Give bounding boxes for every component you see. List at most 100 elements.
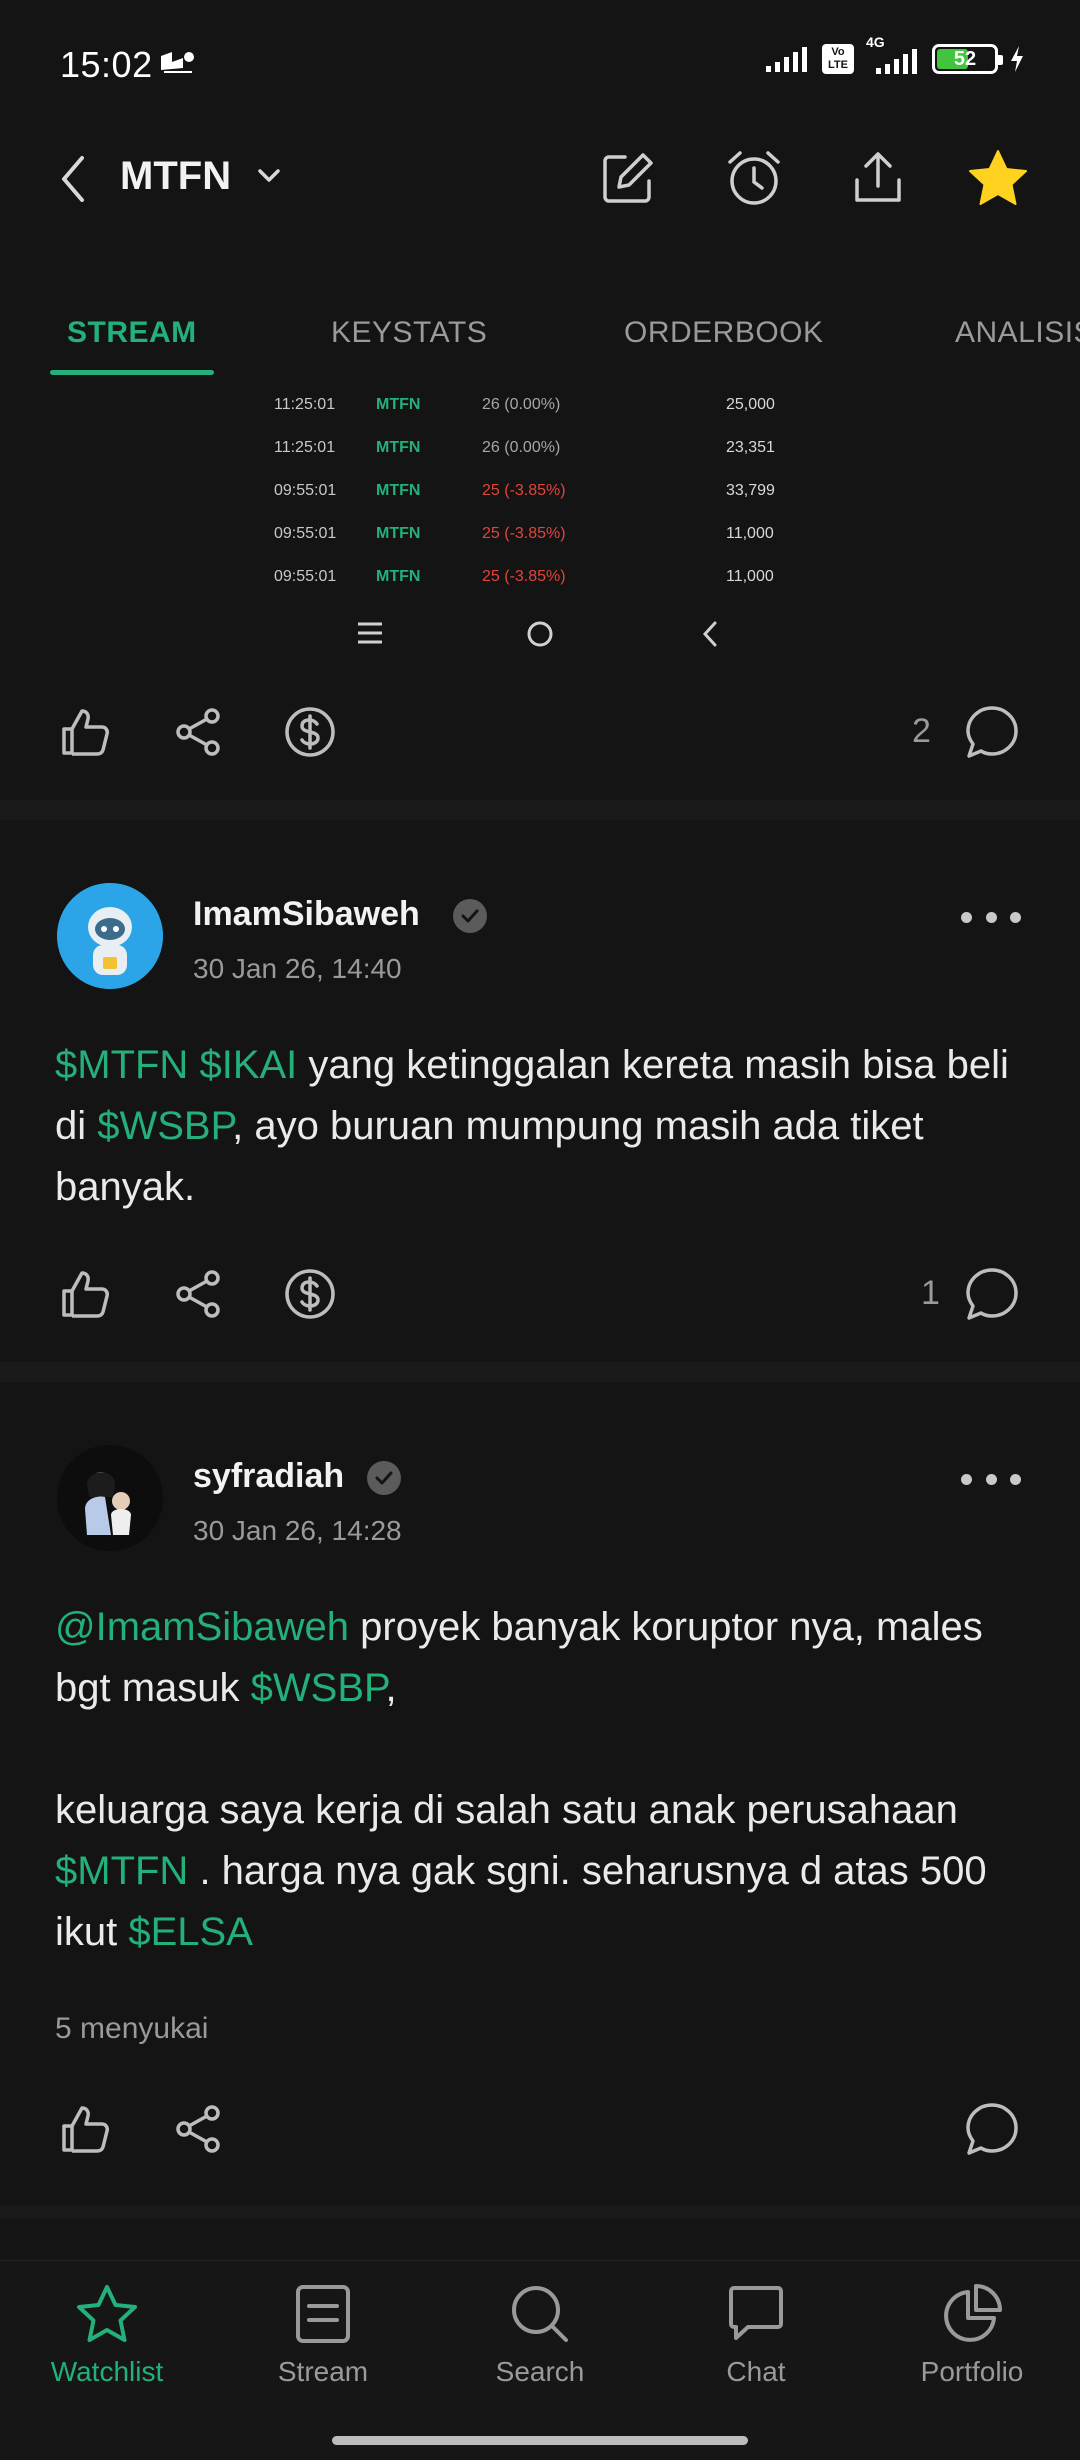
post-username[interactable]: syfradiah (193, 1457, 344, 1496)
nav-watchlist[interactable]: Watchlist (7, 2282, 207, 2388)
more-options-button[interactable] (961, 1469, 1021, 1489)
notification-icon (158, 48, 198, 83)
tab-active-indicator (50, 370, 214, 375)
like-button[interactable] (57, 704, 113, 760)
trade-row: 11:25:01 MTFN 26 (0.00%) 23,351 (0, 439, 1080, 469)
post-timestamp: 30 Jan 26, 14:28 (193, 1515, 402, 1546)
trade-time: 09:55:01 (274, 525, 337, 542)
trade-row: 09:55:01 MTFN 25 (-3.85%) 11,000 (0, 525, 1080, 555)
share-header-button[interactable] (846, 146, 910, 210)
alarm-clock-icon (728, 151, 780, 205)
tab-keystats[interactable]: KEYSTATS (331, 316, 487, 350)
post-text: keluarga saya kerja di salah satu anak p… (55, 1788, 958, 1832)
upload-share-icon (855, 152, 901, 202)
ticker-dropdown-button[interactable] (256, 168, 282, 189)
share-icon (176, 2105, 220, 2153)
share-icon (176, 1270, 220, 1318)
dollar-circle-icon (285, 707, 335, 757)
battery-icon: 52 (932, 44, 1003, 74)
ticker-tag[interactable]: $MTFN (55, 1849, 188, 1893)
battery-level: 52 (953, 47, 977, 70)
trade-code: MTFN (376, 568, 421, 585)
network-4g-icon: 4G (864, 34, 922, 76)
star-filled-icon (969, 150, 1027, 205)
comment-button[interactable] (964, 1266, 1020, 1322)
trade-price: 26 (0.00%) (482, 396, 561, 413)
trade-code: MTFN (376, 439, 421, 456)
edit-icon (603, 153, 653, 203)
mention-link[interactable]: @ImamSibaweh (55, 1605, 349, 1649)
home-indicator[interactable] (332, 2436, 748, 2445)
ticker-tag[interactable]: $IKAI (199, 1043, 297, 1087)
trade-row: 11:25:01 MTFN 26 (0.00%) 25,000 (0, 396, 1080, 426)
price-alert-button[interactable] (722, 146, 786, 210)
trade-time: 09:55:01 (274, 482, 337, 499)
nav-label: Portfolio (920, 2356, 1024, 2387)
comment-button[interactable] (964, 704, 1020, 760)
signal-icon (766, 47, 807, 72)
compose-post-button[interactable] (596, 146, 660, 210)
trade-row: 09:55:01 MTFN 25 (-3.85%) 33,799 (0, 482, 1080, 512)
back-button[interactable] (58, 152, 88, 211)
thumbs-up-icon (62, 709, 109, 756)
likes-count[interactable]: 5 menyukai (55, 2012, 208, 2046)
ticker-tag[interactable]: $WSBP (251, 1666, 386, 1710)
like-button[interactable] (57, 1266, 113, 1322)
post-divider (0, 800, 1080, 820)
share-icon (176, 708, 220, 756)
nav-stream[interactable]: Stream (223, 2282, 423, 2388)
dollar-circle-icon (285, 1269, 335, 1319)
avatar[interactable] (57, 1445, 163, 1551)
tab-stream[interactable]: STREAM (67, 316, 197, 350)
back-arrow-icon (700, 620, 720, 653)
avatar[interactable] (57, 883, 163, 989)
watchlist-star-button[interactable] (966, 146, 1030, 210)
tip-button[interactable] (282, 1266, 338, 1322)
volte-icon: Vo LTE (822, 44, 854, 74)
trade-volume: 11,000 (726, 525, 774, 542)
comment-bubble-icon (966, 2103, 1018, 2155)
trade-price: 25 (-3.85%) (482, 482, 566, 499)
chevron-down-icon (258, 169, 280, 182)
tab-orderbook[interactable]: ORDERBOOK (624, 316, 824, 350)
ticker-title[interactable]: MTFN (120, 154, 231, 199)
trade-volume: 25,000 (726, 396, 775, 413)
ticker-tag[interactable]: $ELSA (128, 1910, 253, 1954)
more-options-button[interactable] (961, 907, 1021, 927)
thumbs-up-icon (62, 2106, 109, 2153)
verified-badge-icon (367, 1461, 401, 1495)
tab-analisis[interactable]: ANALISIS (955, 316, 1080, 350)
like-button[interactable] (57, 2101, 113, 2157)
trade-volume: 33,799 (726, 482, 775, 499)
nav-chat[interactable]: Chat (656, 2282, 856, 2388)
chat-icon (729, 2286, 783, 2340)
comment-bubble-icon (966, 1268, 1018, 1320)
comment-count: 2 (912, 712, 931, 750)
tip-button[interactable] (282, 704, 338, 760)
post-text: , (385, 1666, 397, 1710)
stream-icon (296, 2285, 350, 2343)
post-username[interactable]: ImamSibaweh (193, 895, 420, 934)
pie-chart-icon (944, 2284, 1002, 2342)
share-button[interactable] (170, 1266, 226, 1322)
post-divider (0, 1362, 1080, 1382)
nav-portfolio[interactable]: Portfolio (872, 2282, 1072, 2388)
nav-label: Watchlist (50, 2356, 164, 2387)
trade-volume: 11,000 (726, 568, 774, 585)
ticker-tag[interactable]: $MTFN (55, 1043, 188, 1087)
share-button[interactable] (170, 704, 226, 760)
charging-icon (1011, 46, 1023, 72)
search-icon (512, 2286, 568, 2342)
nav-search[interactable]: Search (440, 2282, 640, 2388)
status-time: 15:02 (60, 44, 153, 85)
trade-price: 26 (0.00%) (482, 439, 561, 456)
trade-code: MTFN (376, 525, 421, 542)
comment-button[interactable] (964, 2101, 1020, 2157)
star-icon (77, 2285, 137, 2342)
comment-count: 1 (921, 1274, 940, 1312)
share-button[interactable] (170, 2101, 226, 2157)
ticker-tag[interactable]: $WSBP (97, 1104, 232, 1148)
post-body: @ImamSibaweh proyek banyak koruptor nya,… (55, 1597, 1035, 1963)
home-circle-icon (526, 620, 554, 653)
trade-code: MTFN (376, 482, 421, 499)
